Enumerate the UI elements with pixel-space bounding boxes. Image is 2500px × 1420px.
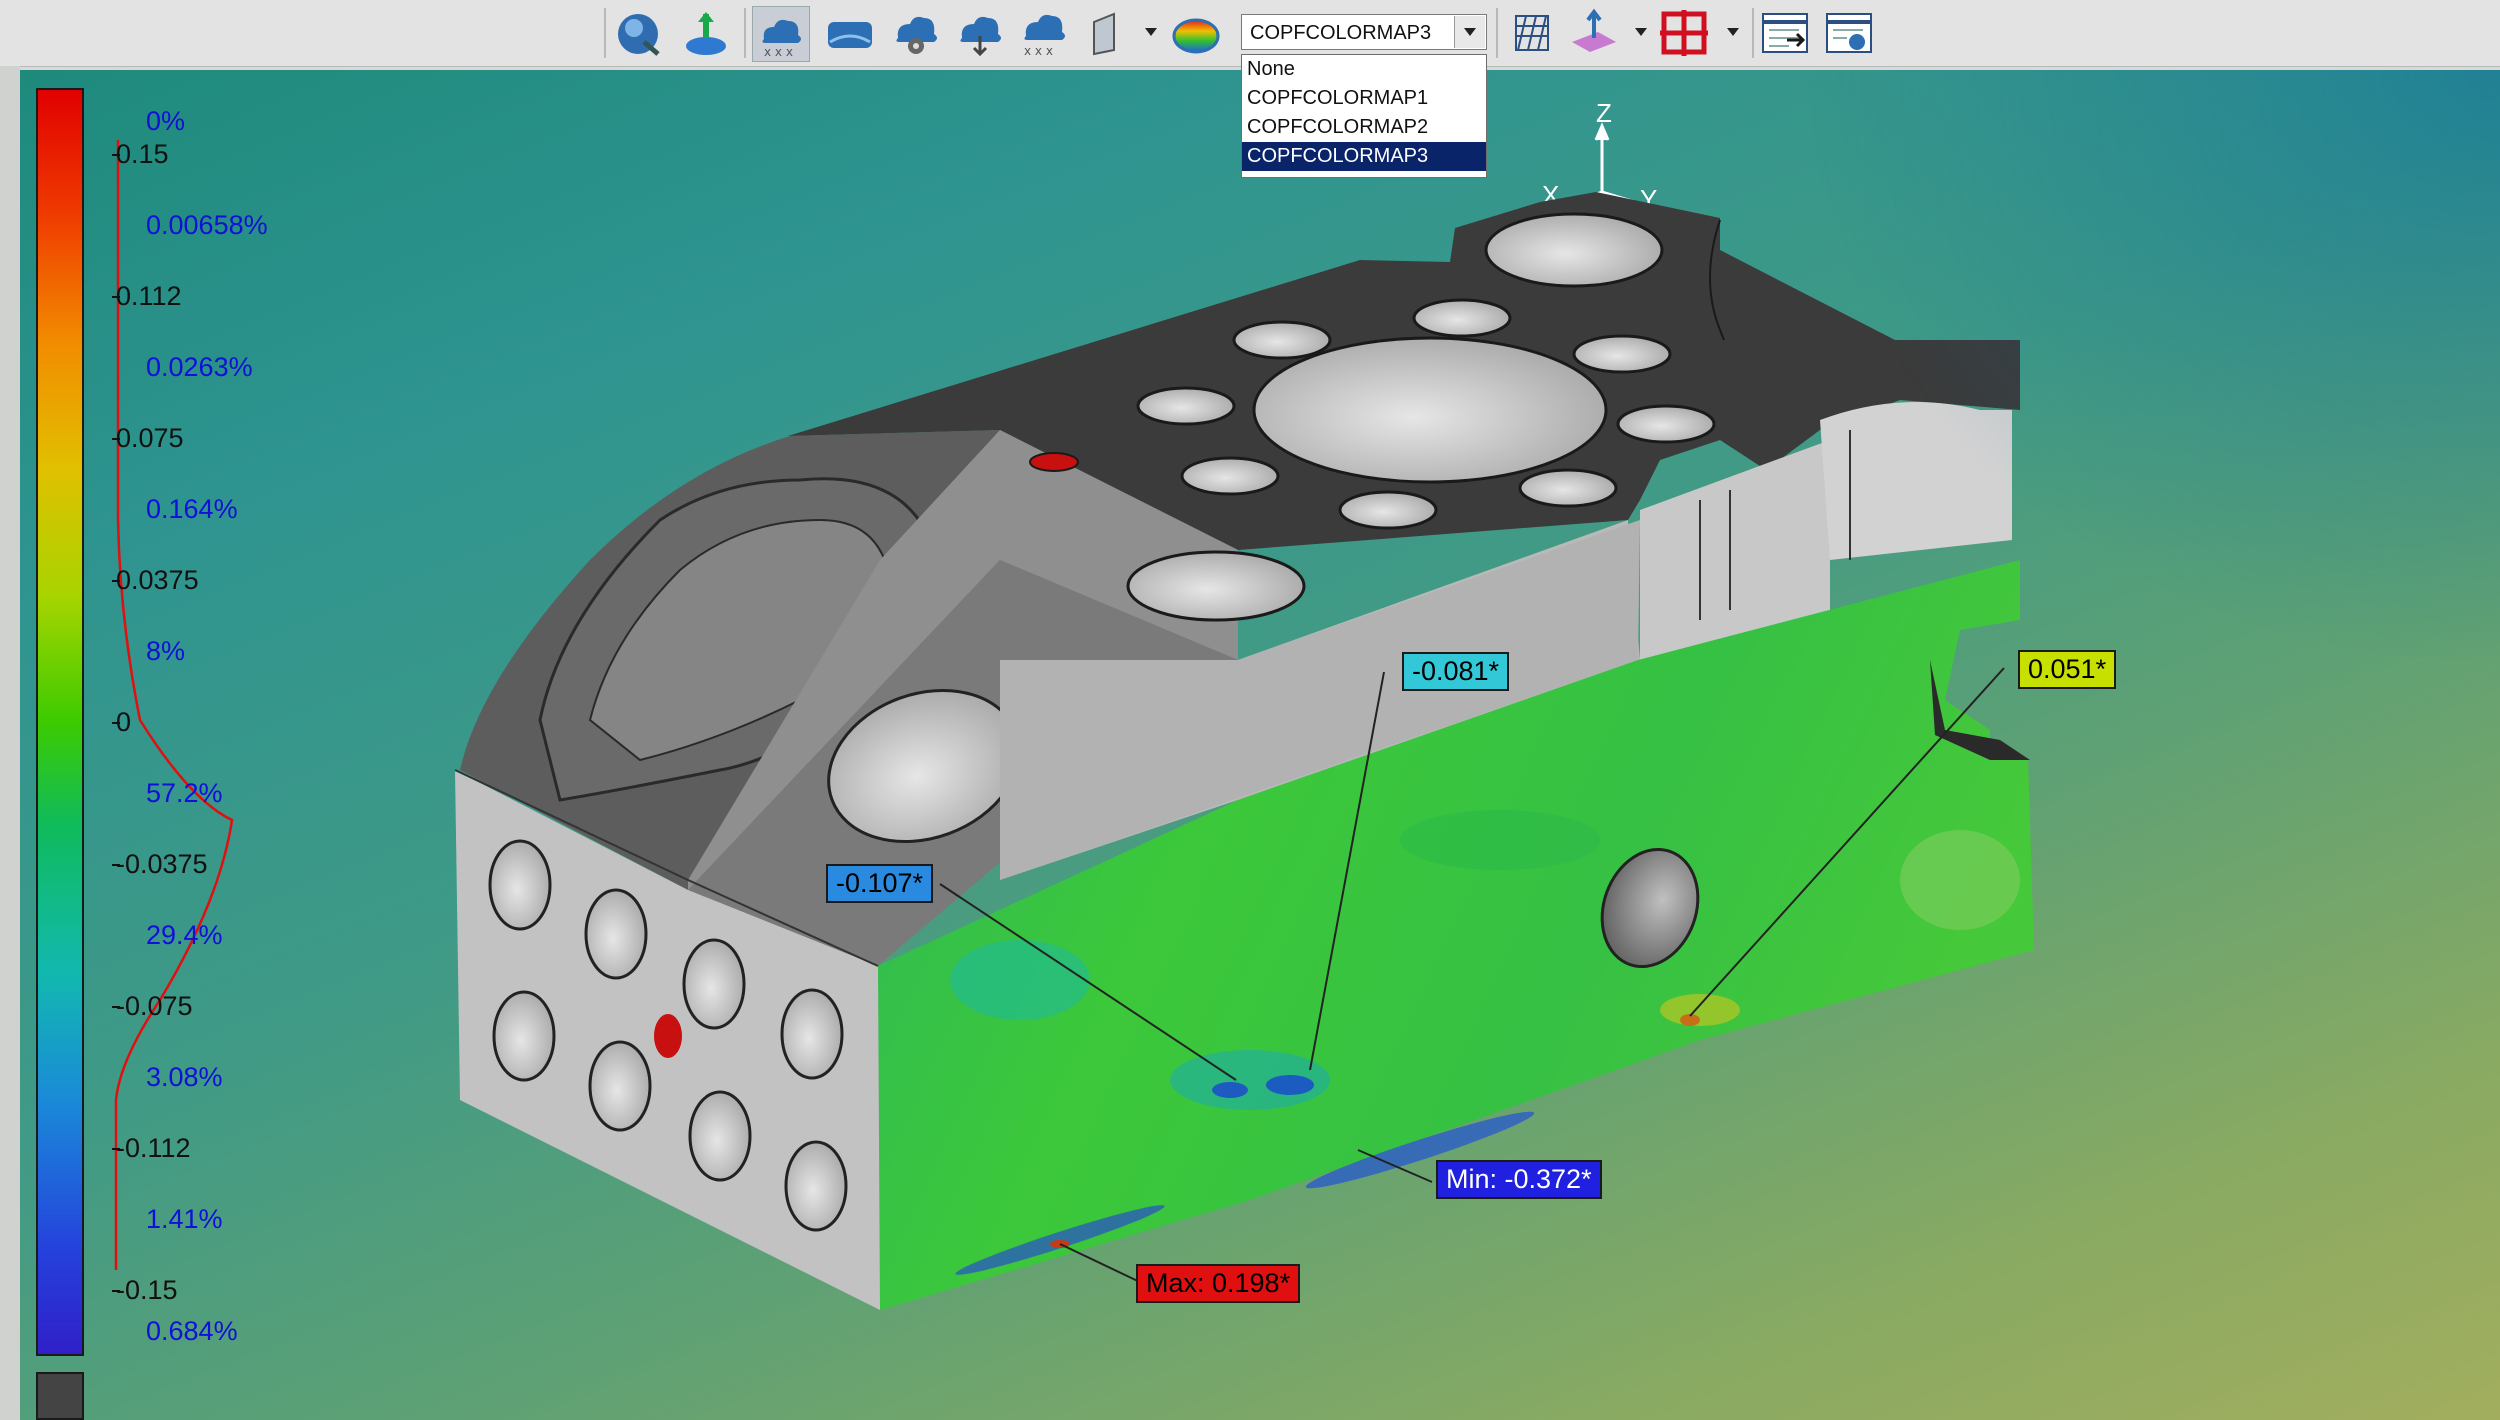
- dropdown-option-colormap1[interactable]: COPFCOLORMAP1: [1242, 84, 1486, 113]
- legend-percentage: 0.684%: [146, 1316, 238, 1346]
- svg-text:x x x: x x x: [764, 45, 793, 59]
- legend-value: -0.0375: [116, 849, 208, 879]
- deviation-callout[interactable]: -0.081*: [1402, 652, 1510, 691]
- colormap-select[interactable]: COPFCOLORMAP3: [1241, 14, 1487, 50]
- legend-percentage: 1.41%: [146, 1204, 223, 1234]
- 3d-viewport[interactable]: Z X Y: [20, 70, 2500, 1420]
- legend-value: -0.075: [116, 991, 193, 1021]
- red-marker: [654, 1014, 682, 1058]
- chevron-down-icon[interactable]: [1630, 20, 1652, 44]
- report-settings-icon[interactable]: [1822, 6, 1878, 60]
- legend-value: -0.15: [116, 1275, 178, 1305]
- cloud-surface-icon[interactable]: [822, 6, 878, 60]
- legend-value: -0.112: [116, 1133, 191, 1163]
- svg-text:x x x: x x x: [1024, 44, 1053, 58]
- legend-percentage: 0.0263%: [146, 352, 253, 382]
- toolbar-separator: [1752, 8, 1754, 58]
- report-export-icon[interactable]: [1758, 6, 1814, 60]
- legend-percentage: 8%: [146, 636, 186, 666]
- grid-mesh-icon[interactable]: [1504, 6, 1560, 60]
- color-legend-bar: [36, 88, 84, 1356]
- probe-point-icon[interactable]: [678, 6, 734, 60]
- dropdown-option-colormap3[interactable]: COPFCOLORMAP3: [1242, 142, 1486, 171]
- toolbar-separator: [604, 8, 606, 58]
- measure-plane-icon[interactable]: [1566, 6, 1622, 60]
- red-top-marker: [1029, 452, 1079, 472]
- toolbar-separator: [744, 8, 746, 58]
- axis-z-label: Z: [1596, 98, 1612, 128]
- legend-value: 0.0375: [116, 565, 199, 595]
- cloud-grid-icon[interactable]: x x x: [752, 6, 810, 62]
- part-model: Z X Y: [454, 98, 2034, 1310]
- scan-icon[interactable]: [612, 6, 668, 60]
- chevron-down-icon[interactable]: [1722, 20, 1744, 44]
- cloud-settings-icon[interactable]: [888, 6, 944, 60]
- deviation-callout[interactable]: 0.051*: [2018, 650, 2117, 689]
- legend-percentage: 0.00658%: [146, 210, 268, 240]
- legend-percentage: 29.4%: [146, 920, 223, 950]
- out-of-range-swatch: [36, 1372, 84, 1420]
- left-panel-edge: [0, 66, 20, 1420]
- cloud-delete-icon[interactable]: x x x: [1016, 6, 1072, 60]
- dropdown-option-colormap2[interactable]: COPFCOLORMAP2: [1242, 113, 1486, 142]
- section-view-icon[interactable]: [1076, 6, 1132, 60]
- legend-value: 0.15: [116, 139, 169, 169]
- crosshair-icon[interactable]: [1656, 6, 1712, 60]
- chevron-down-icon[interactable]: [1454, 16, 1485, 48]
- colormap-icon[interactable]: [1168, 6, 1224, 60]
- legend-percentage: 57.2%: [146, 778, 223, 808]
- deviation-callout[interactable]: -0.107*: [826, 864, 934, 903]
- legend-value: 0: [116, 707, 132, 737]
- max-deviation-callout[interactable]: Max: 0.198*: [1136, 1264, 1301, 1303]
- legend-percentage: 0.164%: [146, 494, 238, 524]
- legend-percentage: 0%: [146, 106, 186, 136]
- cloud-download-icon[interactable]: [952, 6, 1008, 60]
- dropdown-option-none[interactable]: None: [1242, 55, 1486, 84]
- chevron-down-icon[interactable]: [1140, 20, 1162, 44]
- legend-value: 0.075: [116, 423, 184, 453]
- legend-percentage: 3.08%: [146, 1062, 223, 1092]
- right-pocket: [1640, 440, 1830, 660]
- colormap-dropdown-list[interactable]: None COPFCOLORMAP1 COPFCOLORMAP2 COPFCOL…: [1241, 54, 1487, 178]
- min-deviation-callout[interactable]: Min: -0.372*: [1436, 1160, 1602, 1199]
- legend-value: 0.112: [116, 281, 182, 311]
- toolbar-separator: [1496, 8, 1498, 58]
- colormap-select-value: COPFCOLORMAP3: [1250, 22, 1432, 44]
